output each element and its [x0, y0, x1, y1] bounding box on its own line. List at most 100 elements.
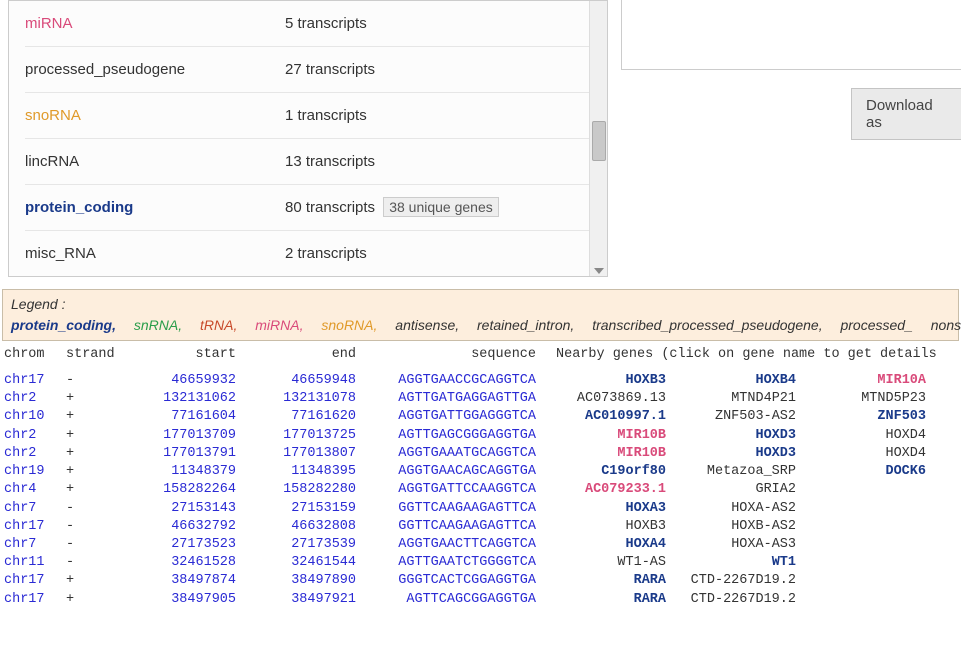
gene-link[interactable]: HOXA4	[556, 536, 676, 554]
cell-chrom: chr17	[4, 372, 66, 390]
cell-sequence: AGTTGATGAGGAGTTGA	[356, 390, 556, 408]
cell-start: 132131062	[126, 390, 236, 408]
biotype-row[interactable]: miRNA5 transcripts	[25, 1, 591, 47]
gene-link[interactable]: RARA	[556, 572, 676, 590]
cell-end: 32461544	[236, 554, 356, 572]
gene-link[interactable]: CTD-2267D19.2	[676, 572, 806, 590]
gene-link[interactable]	[806, 481, 926, 499]
table-row: chr7-2717352327173539AGGTGAACTTCAGGTCAHO…	[4, 536, 957, 554]
gene-link[interactable]: HOXB4	[676, 372, 806, 390]
cell-end: 46659948	[236, 372, 356, 390]
cell-strand: -	[66, 536, 126, 554]
cell-chrom: chr2	[4, 427, 66, 445]
legend-item: transcribed_processed_pseudogene,	[592, 317, 822, 333]
gene-link[interactable]: CTD-2267D19.2	[676, 591, 806, 609]
cell-start: 11348379	[126, 463, 236, 481]
legend-item: miRNA,	[255, 317, 303, 333]
cell-chrom: chr11	[4, 554, 66, 572]
gene-link[interactable]: HOXB3	[556, 518, 676, 536]
biotype-row[interactable]: misc_RNA2 transcripts	[25, 231, 591, 276]
biotype-row[interactable]: snoRNA1 transcripts	[25, 93, 591, 139]
table-row: chr2+177013709177013725AGTTGAGCGGGAGGTGA…	[4, 427, 957, 445]
gene-link[interactable]: HOXD3	[676, 427, 806, 445]
gene-link[interactable]	[806, 572, 926, 590]
cell-strand: +	[66, 481, 126, 499]
legend-label: Legend :	[11, 296, 66, 312]
scrollbar-thumb[interactable]	[592, 121, 606, 161]
gene-link[interactable]: HOXA3	[556, 500, 676, 518]
gene-link[interactable]: GRIA2	[676, 481, 806, 499]
cell-strand: +	[66, 427, 126, 445]
gene-link[interactable]: C19orf80	[556, 463, 676, 481]
cell-chrom: chr17	[4, 591, 66, 609]
gene-link[interactable]: MIR10B	[556, 445, 676, 463]
cell-start: 177013709	[126, 427, 236, 445]
gene-link[interactable]: MIR10A	[806, 372, 926, 390]
gene-link[interactable]	[806, 591, 926, 609]
cell-sequence: GGGTCACTCGGAGGTGA	[356, 572, 556, 590]
gene-link[interactable]	[806, 500, 926, 518]
gene-link[interactable]	[806, 518, 926, 536]
gene-link[interactable]: HOXD4	[806, 427, 926, 445]
scrollbar-down-icon[interactable]	[594, 268, 604, 274]
legend-item: tRNA,	[200, 317, 237, 333]
cell-start: 38497874	[126, 572, 236, 590]
biotype-row[interactable]: lincRNA13 transcripts	[25, 139, 591, 185]
table-header: chrom strand start end sequence Nearby g…	[4, 347, 957, 362]
gene-link[interactable]: MIR10B	[556, 427, 676, 445]
gene-link[interactable]: HOXA-AS3	[676, 536, 806, 554]
gene-link[interactable]: AC010997.1	[556, 408, 676, 426]
biotype-name: processed_pseudogene	[25, 61, 285, 78]
table-row: chr4+158282264158282280AGGTGATTCCAAGGTCA…	[4, 481, 957, 499]
cell-sequence: AGGTGATTCCAAGGTCA	[356, 481, 556, 499]
cell-strand: +	[66, 463, 126, 481]
cell-sequence: AGGTGATTGGAGGGTCA	[356, 408, 556, 426]
cell-strand: +	[66, 572, 126, 590]
biotype-count: 1 transcripts	[285, 107, 367, 124]
col-end: end	[236, 347, 356, 362]
cell-end: 46632808	[236, 518, 356, 536]
biotype-name: protein_coding	[25, 199, 285, 216]
download-button[interactable]: Download as	[851, 88, 961, 140]
table-row: chr17-4665993246659948AGGTGAACCGCAGGTCAH…	[4, 372, 957, 390]
gene-link[interactable]: AC079233.1	[556, 481, 676, 499]
biotype-row[interactable]: processed_pseudogene27 transcripts	[25, 47, 591, 93]
gene-link[interactable]: HOXD3	[676, 445, 806, 463]
cell-start: 27153143	[126, 500, 236, 518]
gene-link[interactable]: MTND4P21	[676, 390, 806, 408]
table-row: chr2+132131062132131078AGTTGATGAGGAGTTGA…	[4, 390, 957, 408]
gene-link[interactable]	[806, 554, 926, 572]
gene-link[interactable]: ZNF503	[806, 408, 926, 426]
biotype-name: misc_RNA	[25, 245, 285, 262]
gene-link[interactable]: HOXA-AS2	[676, 500, 806, 518]
gene-link[interactable]	[806, 536, 926, 554]
gene-link[interactable]: HOXB3	[556, 372, 676, 390]
biotype-count: 27 transcripts	[285, 61, 375, 78]
cell-start: 177013791	[126, 445, 236, 463]
gene-link[interactable]: WT1	[676, 554, 806, 572]
gene-link[interactable]: AC073869.13	[556, 390, 676, 408]
gene-link[interactable]: Metazoa_SRP	[676, 463, 806, 481]
biotype-count: 2 transcripts	[285, 245, 367, 262]
cell-end: 27173539	[236, 536, 356, 554]
gene-link[interactable]: DOCK6	[806, 463, 926, 481]
gene-link[interactable]: WT1-AS	[556, 554, 676, 572]
cell-end: 27153159	[236, 500, 356, 518]
cell-end: 177013725	[236, 427, 356, 445]
gene-link[interactable]: MTND5P23	[806, 390, 926, 408]
cell-start: 77161604	[126, 408, 236, 426]
cell-sequence: AGTTGAGCGGGAGGTGA	[356, 427, 556, 445]
gene-link[interactable]: ZNF503-AS2	[676, 408, 806, 426]
col-nearby: Nearby genes (click on gene name to get …	[556, 347, 937, 362]
cell-chrom: chr4	[4, 481, 66, 499]
panel-scrollbar[interactable]	[589, 1, 607, 276]
gene-link[interactable]: HOXD4	[806, 445, 926, 463]
cell-end: 77161620	[236, 408, 356, 426]
biotype-row[interactable]: protein_coding80 transcripts 38 unique g…	[25, 185, 591, 231]
gene-link[interactable]: RARA	[556, 591, 676, 609]
gene-link[interactable]: HOXB-AS2	[676, 518, 806, 536]
cell-start: 32461528	[126, 554, 236, 572]
cell-chrom: chr7	[4, 500, 66, 518]
cell-sequence: GGTTCAAGAAGAGTTCA	[356, 500, 556, 518]
cell-strand: +	[66, 445, 126, 463]
